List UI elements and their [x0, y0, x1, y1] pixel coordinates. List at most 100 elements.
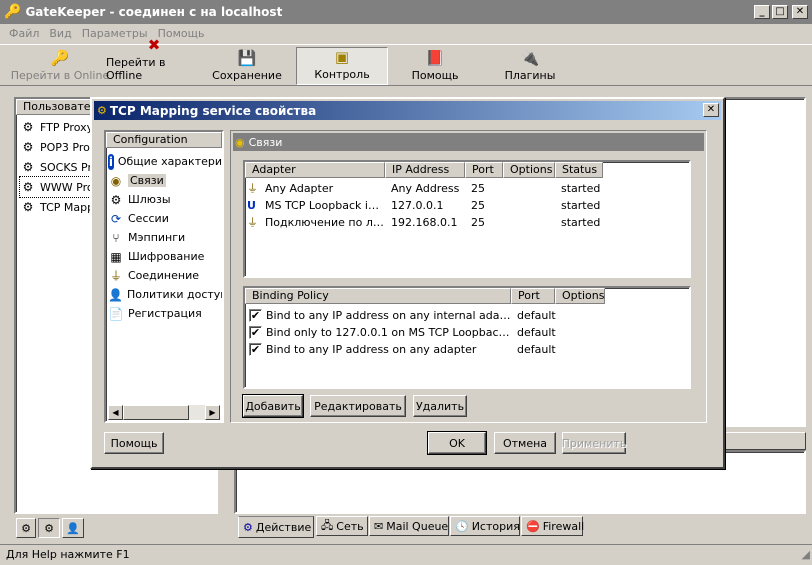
menu-help[interactable]: Помощь: [158, 27, 205, 40]
binding-checkbox[interactable]: ✔: [249, 343, 262, 356]
config-label: Сессии: [128, 212, 169, 225]
binding-port: default: [517, 309, 556, 322]
tab-action[interactable]: ⚙ Действие: [238, 516, 314, 538]
view-gears-button[interactable]: ⚙: [38, 518, 60, 538]
adapter-status: started: [561, 182, 601, 195]
delete-button[interactable]: Удалить: [413, 395, 467, 417]
config-label: Регистрация: [128, 307, 202, 320]
right-column-header: [722, 432, 806, 450]
column-ip-address[interactable]: IP Address: [385, 162, 465, 178]
table-row[interactable]: ⏚ Подключение по лок... 192.168.0.1 25 s…: [247, 214, 687, 231]
service-gear-icon: ⚙: [22, 200, 34, 214]
maximize-button[interactable]: □: [772, 5, 788, 19]
key-icon: 🔑: [4, 4, 22, 20]
tab-firewall[interactable]: ⛔ Firewall: [521, 516, 584, 536]
help-toolbar-button[interactable]: 📕 Помощь: [398, 47, 472, 85]
tab-network[interactable]: 🖧 Сеть: [316, 516, 368, 536]
tab-mail-queue[interactable]: ✉ Mail Queue: [369, 516, 449, 536]
service-label: POP3 Prox: [40, 140, 97, 154]
tab-action-label: Действие: [255, 520, 312, 534]
binding-checkbox[interactable]: ✔: [249, 309, 262, 322]
config-label: Шлюзы: [128, 193, 171, 206]
tab-mail-queue-label: Mail Queue: [386, 519, 449, 533]
config-item-general[interactable]: i Общие характери: [108, 152, 222, 171]
menu-file[interactable]: Файл: [9, 27, 39, 40]
view-users-button[interactable]: 👤: [62, 518, 84, 538]
scroll-left-icon[interactable]: ◀: [108, 405, 123, 420]
user-icon: 👤: [66, 521, 80, 535]
table-row[interactable]: ⏚ Any Adapter Any Address 25 started: [247, 180, 687, 197]
envelope-icon: ✉: [374, 519, 384, 533]
binding-policy-text: Bind only to 127.0.0.1 on MS TCP Loopbac…: [266, 326, 514, 339]
properties-dialog: ⚙ TCP Mapping service свойства ✕ Configu…: [90, 97, 725, 469]
go-offline-button[interactable]: ✖ Перейти в Offline: [106, 36, 202, 85]
scroll-right-icon[interactable]: ▶: [205, 405, 220, 420]
column-binding-policy[interactable]: Binding Policy: [245, 288, 511, 304]
config-label: Соединение: [128, 269, 200, 282]
monitor-icon: ▣: [334, 48, 350, 66]
config-hscrollbar[interactable]: ◀ ▶: [108, 405, 220, 420]
close-button[interactable]: ✕: [792, 5, 808, 19]
config-item-encryption[interactable]: ▦ Шифрование: [108, 247, 222, 266]
apply-button[interactable]: Применить: [562, 432, 626, 454]
table-row[interactable]: ✔ Bind to any IP address on any adapter …: [249, 341, 689, 358]
minimize-button[interactable]: _: [754, 5, 770, 19]
add-button[interactable]: Добавить: [242, 394, 304, 418]
dialog-help-button[interactable]: Помощь: [104, 432, 164, 454]
configuration-header[interactable]: Configuration: [106, 132, 222, 148]
configuration-list: Configuration i Общие характери ◉ Связи ⚙ Ш…: [104, 130, 224, 423]
menu-parameters[interactable]: Параметры: [82, 27, 148, 40]
go-online-button[interactable]: 🔑 Перейти в Online: [10, 47, 110, 85]
service-gear-icon: ⚙: [22, 180, 34, 194]
scroll-thumb[interactable]: [123, 405, 189, 420]
config-label: Политики доступа: [126, 288, 222, 301]
go-offline-label: Перейти в Offline: [106, 56, 166, 82]
tab-network-label: Сеть: [336, 519, 364, 533]
ok-button[interactable]: OK: [427, 431, 487, 455]
edit-button[interactable]: Редактировать: [310, 395, 406, 417]
column-binding-options[interactable]: Options: [555, 288, 605, 304]
config-label: Шифрование: [128, 250, 205, 263]
plugins-label: Плагины: [504, 69, 556, 82]
config-item-logging[interactable]: 📄 Регистрация: [108, 304, 222, 323]
table-row[interactable]: U MS TCP Loopback int... 127.0.0.1 25 st…: [247, 197, 687, 214]
adapter-status: started: [561, 216, 601, 229]
stop-icon: ⛔: [526, 519, 540, 533]
service-gear-icon: ⚙: [22, 120, 34, 134]
config-item-policies[interactable]: 👤Политики доступа: [108, 285, 222, 304]
binding-port: default: [517, 343, 556, 356]
menu-view[interactable]: Вид: [49, 27, 71, 40]
column-status[interactable]: Status: [555, 162, 603, 178]
config-item-sessions[interactable]: ⟳ Сессии: [108, 209, 222, 228]
cancel-button[interactable]: Отмена: [494, 432, 556, 454]
config-item-gateways[interactable]: ⚙ Шлюзы: [108, 190, 222, 209]
gear-icon: ⚙: [97, 104, 107, 117]
service-label: SOCKS Pr: [40, 160, 92, 174]
adapter-ip: 192.168.0.1: [391, 216, 458, 229]
service-label: TCP Mapp: [40, 200, 95, 214]
plugins-button[interactable]: 🔌 Плагины: [494, 47, 566, 85]
binding-checkbox[interactable]: ✔: [249, 326, 262, 339]
network-icon: 🖧: [321, 518, 334, 532]
service-gear-icon: ⚙: [22, 160, 34, 174]
column-port[interactable]: Port: [465, 162, 503, 178]
table-row[interactable]: ✔ Bind only to 127.0.0.1 on MS TCP Loopb…: [249, 324, 689, 341]
control-button[interactable]: ▣ Контроль: [296, 47, 388, 85]
loopback-icon: U: [247, 199, 256, 212]
column-adapter[interactable]: Adapter: [245, 162, 385, 178]
column-options[interactable]: Options: [503, 162, 555, 178]
save-button[interactable]: 💾 Сохранение: [210, 47, 284, 85]
binding-policy-text: Bind to any IP address on any internal a…: [266, 309, 514, 322]
adapters-table: Adapter IP Address Port Options Status ⏚…: [243, 160, 691, 278]
column-binding-port[interactable]: Port: [511, 288, 555, 304]
log-icon: 📄: [108, 306, 124, 321]
config-item-connection[interactable]: ⏚ Соединение: [108, 266, 222, 285]
table-row[interactable]: ✔ Bind to any IP address on any internal…: [249, 307, 689, 324]
adapter-ip: 127.0.0.1: [391, 199, 444, 212]
view-services-button[interactable]: ⚙: [16, 518, 36, 538]
config-item-links[interactable]: ◉ Связи: [108, 171, 222, 190]
tab-history[interactable]: 🕓 История: [450, 516, 520, 536]
config-item-mappings[interactable]: ⑂ Мэппинги: [108, 228, 222, 247]
resize-grip-icon[interactable]: ◢: [802, 545, 810, 565]
dialog-close-button[interactable]: ✕: [703, 103, 719, 117]
